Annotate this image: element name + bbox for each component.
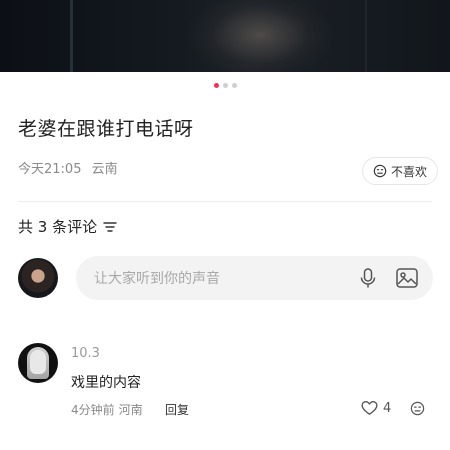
dislike-face-icon — [373, 164, 387, 178]
carousel-dot — [231, 83, 237, 88]
comment-meta: 4分钟前 河南 — [71, 401, 143, 418]
comment-username[interactable]: 10.3 — [71, 346, 100, 361]
comment-count-label: 共 3 条评论 — [18, 218, 98, 236]
post-location: 云南 — [91, 162, 118, 177]
dislike-button[interactable]: 不喜欢 — [362, 157, 439, 185]
like-count: 4 — [383, 400, 392, 416]
comment-time: 4分钟前 — [71, 403, 115, 417]
comment-input-placeholder: 让大家听到你的声音 — [94, 271, 220, 287]
comment-text: 戏里的内容 — [71, 375, 141, 391]
carousel-dot-active — [213, 83, 219, 88]
current-user-avatar[interactable] — [18, 258, 58, 298]
post-meta: 今天21:05 云南 — [18, 158, 118, 177]
avatar-face — [30, 350, 46, 374]
reply-button[interactable]: 回复 — [165, 401, 189, 418]
image-detail — [70, 0, 73, 72]
like-button[interactable]: 4 — [361, 400, 391, 416]
image-detail — [185, 0, 335, 72]
post-time: 今天21:05 — [18, 162, 82, 177]
heart-icon — [361, 401, 378, 415]
divider — [18, 201, 432, 202]
comment-dislike-icon[interactable] — [410, 401, 425, 416]
image-icon[interactable] — [395, 266, 419, 290]
post-title: 老婆在跟谁打电话呀 — [18, 118, 194, 140]
comments-header[interactable]: 共 3 条评论 — [18, 216, 117, 237]
dislike-label: 不喜欢 — [391, 164, 428, 179]
carousel-dot — [222, 83, 228, 88]
microphone-icon[interactable] — [357, 267, 379, 289]
post-image-carousel[interactable] — [0, 0, 450, 72]
commenter-avatar[interactable] — [18, 343, 58, 383]
comment-location: 河南 — [118, 403, 143, 417]
sort-icon — [103, 221, 117, 232]
carousel-indicator — [0, 83, 450, 88]
image-detail — [365, 0, 367, 72]
comment-input[interactable]: 让大家听到你的声音 — [76, 256, 433, 300]
